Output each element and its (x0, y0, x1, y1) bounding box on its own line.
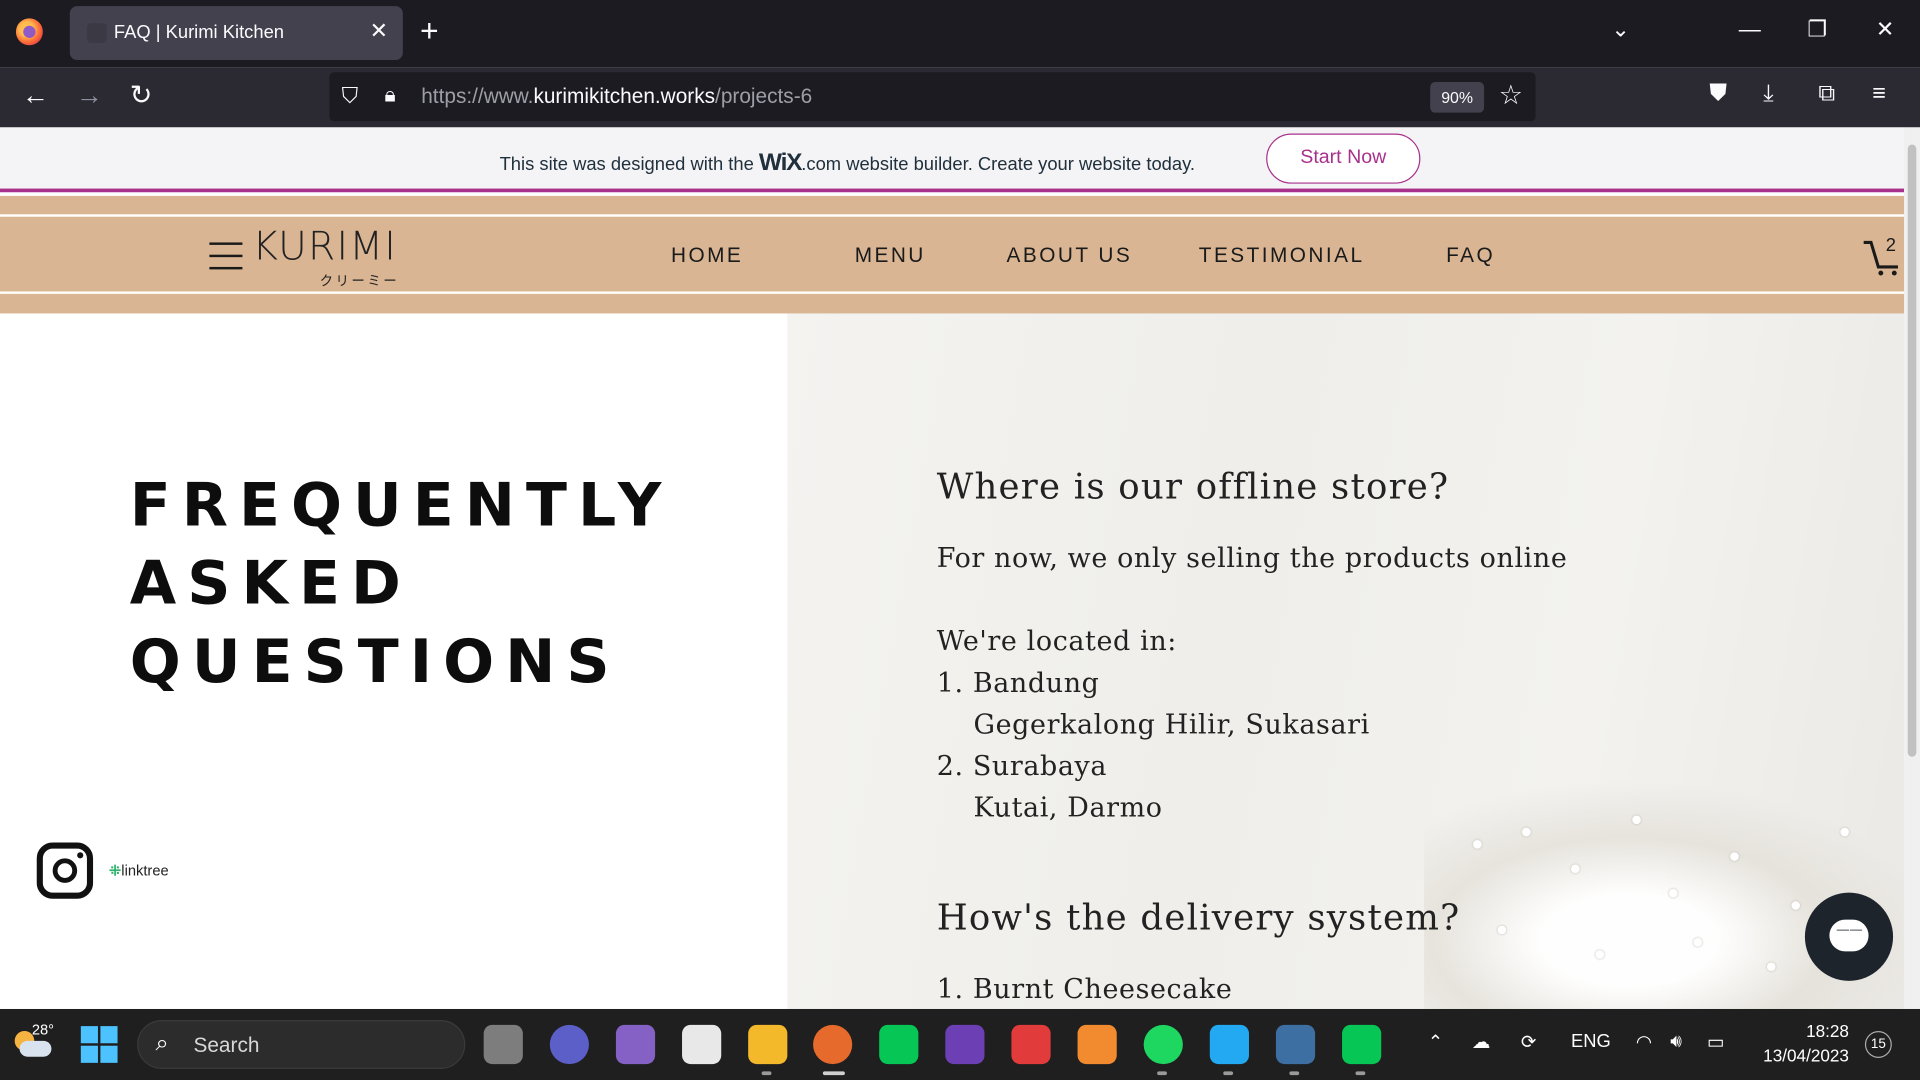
nav-testimonial[interactable]: TESTIMONIAL (1199, 244, 1365, 268)
nav-about-us[interactable]: ABOUT US (1007, 244, 1133, 268)
sync-icon[interactable]: ⟳ (1521, 1031, 1536, 1053)
forward-icon[interactable]: → (76, 80, 103, 112)
faq-answer-line: 1. Bandung (936, 668, 1100, 700)
shield-icon[interactable]: ⛉ (342, 83, 359, 109)
line-2-icon[interactable] (1342, 1024, 1382, 1065)
tab-bar: FAQ | Kurimi Kitchen ✕ + ⌄ — ❐ ✕ (0, 0, 1920, 68)
faq-answer-line: We're located in: (936, 626, 1177, 658)
favicon-icon (86, 23, 107, 43)
menu-icon[interactable]: ≡ (1872, 81, 1886, 108)
linktree-icon: ⁜ (108, 862, 122, 880)
faq-content-panel: Where is our offline store? For now, we … (787, 313, 1905, 1009)
faq-answer-line: For now, we only selling the products on… (936, 543, 1568, 575)
navigation-bar: ← → ↻ ⛉ 🔒︎ https://www.kurimikitchen.wor… (0, 67, 1920, 128)
start-now-button[interactable]: Start Now (1266, 133, 1421, 184)
nav-home[interactable]: HOME (671, 244, 743, 268)
extensions-icon[interactable]: ⧉ (1818, 81, 1835, 108)
instagram-icon[interactable] (36, 842, 94, 899)
onedrive-icon[interactable]: ☁ (1472, 1031, 1490, 1053)
chat-bubble-icon (1829, 919, 1869, 952)
volume-icon[interactable]: 🔊︎ (1670, 1031, 1682, 1052)
reload-icon[interactable]: ↻ (130, 80, 153, 112)
nav-faq[interactable]: FAQ (1446, 244, 1495, 268)
faq-answer-line: 2. Surabaya (936, 751, 1108, 783)
tab-title: FAQ | Kurimi Kitchen (113, 22, 285, 43)
firefox-logo-icon[interactable] (15, 18, 43, 46)
page-scrollbar[interactable] (1904, 127, 1920, 1009)
close-tab-icon[interactable]: ✕ (370, 18, 388, 44)
xampp-icon[interactable] (1077, 1024, 1117, 1065)
task-view-icon[interactable] (483, 1024, 523, 1065)
file-explorer-icon[interactable] (748, 1024, 788, 1065)
faq-answer-line: Gegerkalong Hilir, Sukasari (973, 710, 1370, 741)
list-tabs-icon[interactable]: ⌄ (1611, 17, 1629, 43)
close-window-icon[interactable]: ✕ (1876, 17, 1894, 43)
faq-question-delivery: How's the delivery system? (936, 896, 1461, 938)
taskbar-search[interactable]: ⌕ Search (137, 1020, 466, 1069)
start-button[interactable] (80, 1026, 118, 1063)
restore-icon[interactable]: ❐ (1807, 17, 1827, 43)
language-indicator[interactable]: ENG (1571, 1031, 1611, 1052)
lock-icon[interactable]: 🔒︎ (384, 83, 395, 107)
clock[interactable]: 18:28 13/04/2023 (1756, 1019, 1849, 1068)
search-icon: ⌕ (155, 1031, 169, 1057)
nav-menu[interactable]: MENU (855, 244, 926, 268)
vscode-icon[interactable] (1209, 1024, 1249, 1065)
screen: FAQ | Kurimi Kitchen ✕ + ⌄ — ❐ ✕ ← → ↻ ⛉… (0, 0, 1920, 1080)
cart-count: 2 (1885, 235, 1896, 256)
git-icon[interactable] (1011, 1024, 1051, 1065)
hamburger-menu-icon[interactable] (209, 242, 243, 270)
faq-answer-line: Kutai, Darmo (973, 793, 1163, 825)
wifi-icon[interactable]: ◠ (1636, 1031, 1652, 1053)
visual-studio-2-icon[interactable] (945, 1024, 985, 1065)
chat-button[interactable] (1804, 892, 1894, 981)
battery-icon[interactable]: ▭ (1707, 1031, 1724, 1053)
faq-heading: FREQUENTLY ASKED QUESTIONS (129, 470, 673, 697)
visual-studio-icon[interactable] (615, 1024, 656, 1065)
download-icon[interactable]: ⤓ (1763, 81, 1773, 108)
line-icon[interactable] (879, 1024, 919, 1065)
cart-icon[interactable]: 2 (1861, 235, 1900, 277)
header-divider-bottom (0, 291, 1905, 294)
weather-temperature: 28° (31, 1021, 55, 1039)
mysql-workbench-icon[interactable] (1275, 1024, 1316, 1065)
address-bar[interactable]: ⛉ 🔒︎ https://www.kurimikitchen.works/pro… (329, 72, 1536, 122)
firefox-taskbar-icon[interactable] (813, 1024, 853, 1065)
wix-banner: This site was designed with the WiX.com … (0, 127, 1905, 193)
faq-answer-line: 1. Burnt Cheesecake (936, 974, 1233, 1006)
notification-badge[interactable]: 15 (1864, 1031, 1892, 1058)
brand-logo[interactable]: KURIMI (252, 223, 397, 270)
site-header: KURIMI クリーミー HOME MENU ABOUT US TESTIMON… (0, 195, 1905, 314)
pocket-icon[interactable]: ⛊ (1709, 81, 1726, 108)
scrollbar-thumb[interactable] (1907, 144, 1917, 757)
bookmark-star-icon[interactable]: ☆ (1499, 80, 1523, 112)
zoom-indicator[interactable]: 90% (1430, 82, 1485, 113)
left-panel: FREQUENTLY ASKED QUESTIONS ⁜linktree (0, 313, 788, 1009)
brand-subtitle: クリーミー (319, 274, 400, 289)
microsoft-store-icon[interactable] (682, 1024, 722, 1065)
minimize-icon[interactable]: — (1739, 17, 1761, 43)
wix-banner-message: This site was designed with the WiX.com … (499, 149, 1196, 177)
new-tab-icon[interactable]: + (420, 15, 439, 47)
show-hidden-icons[interactable]: ⌃ (1428, 1031, 1443, 1053)
faq-question-offline-store: Where is our offline store? (936, 465, 1450, 507)
spotify-icon[interactable] (1143, 1024, 1183, 1065)
url-text[interactable]: https://www.kurimikitchen.works/projects… (421, 84, 812, 108)
teams-icon[interactable] (549, 1024, 589, 1065)
header-divider-top (0, 214, 1905, 217)
linktree-link[interactable]: ⁜linktree (109, 862, 169, 879)
back-icon[interactable]: ← (22, 80, 49, 112)
wix-logo: WiX (758, 149, 803, 177)
tab-faq[interactable]: FAQ | Kurimi Kitchen ✕ (69, 6, 403, 61)
taskbar: 28° ⌕ Search ⌃ ☁ ⟳ ENG ◠ 🔊︎ ▭ 18:28 13/0… (0, 1008, 1920, 1080)
